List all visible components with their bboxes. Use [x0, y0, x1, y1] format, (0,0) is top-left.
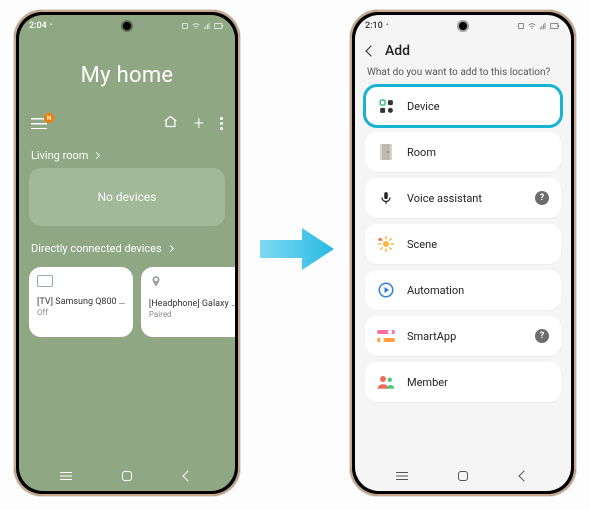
vibrate-icon [517, 22, 525, 30]
item-label: Device [407, 100, 549, 113]
device-state: Paired [149, 310, 235, 319]
nav-back[interactable] [516, 468, 532, 484]
menu-icon[interactable]: N [31, 118, 47, 129]
chevron-right-icon [167, 245, 174, 252]
signal-icon [203, 22, 211, 30]
add-item-automation[interactable]: Automation [365, 270, 561, 310]
item-label: Member [407, 376, 549, 389]
help-icon[interactable]: ? [535, 329, 549, 343]
item-label: SmartApp [407, 330, 523, 343]
item-label: Scene [407, 238, 549, 251]
device-name: [TV] Samsung Q800 … [37, 297, 125, 307]
device-card-headphone[interactable]: [Headphone] Galaxy … Paired [141, 267, 235, 337]
room-empty-text: No devices [97, 190, 156, 204]
more-icon[interactable] [220, 117, 223, 130]
home-icon[interactable] [163, 114, 178, 133]
add-item-device[interactable]: Device [365, 86, 561, 126]
vibrate-icon [181, 22, 189, 30]
menu-badge: N [44, 113, 54, 123]
status-icons [181, 22, 225, 30]
header-title: Add [385, 43, 410, 59]
status-indicator: ⁺ [386, 22, 389, 30]
chevron-right-icon [93, 152, 100, 159]
direct-devices-label: Directly connected devices [31, 242, 162, 255]
add-item-member[interactable]: Member [365, 362, 561, 402]
phone-add: 2:10 ⁺ Add What do you want to add to th… [350, 10, 576, 496]
add-item-voice[interactable]: Voice assistant ? [365, 178, 561, 218]
battery-icon [214, 22, 225, 30]
add-item-smartapp[interactable]: SmartApp ? [365, 316, 561, 356]
page-title: My home [29, 63, 225, 88]
camera-punch-hole [459, 22, 467, 30]
direct-devices-header[interactable]: Directly connected devices [29, 240, 225, 261]
room-header[interactable]: Living room [29, 147, 225, 168]
device-state: Off [37, 308, 125, 317]
location-pin-icon [149, 275, 161, 289]
add-options-list: Device Room Voice assistant ? [355, 86, 571, 402]
back-icon[interactable] [365, 45, 376, 56]
status-icons [517, 22, 561, 30]
camera-punch-hole [123, 22, 131, 30]
device-grid-icon [377, 97, 395, 115]
nav-recents[interactable] [58, 468, 74, 484]
phone-home: 2:04 ⁺ My home N [14, 10, 240, 496]
add-item-scene[interactable]: Scene [365, 224, 561, 264]
members-icon [377, 373, 395, 391]
add-prompt: What do you want to add to this location… [355, 67, 571, 86]
battery-icon [550, 22, 561, 30]
nav-back[interactable] [180, 468, 196, 484]
signal-icon [539, 22, 547, 30]
wifi-icon [192, 22, 200, 30]
sun-icon [377, 235, 395, 253]
nav-home[interactable] [455, 468, 471, 484]
add-icon[interactable]: + [194, 115, 204, 133]
help-icon[interactable]: ? [535, 191, 549, 205]
status-time: 2:04 [29, 21, 47, 31]
wifi-icon [528, 22, 536, 30]
add-item-room[interactable]: Room [365, 132, 561, 172]
sliders-icon [377, 327, 395, 345]
nav-recents[interactable] [394, 468, 410, 484]
status-indicator: ⁺ [50, 22, 53, 30]
status-time: 2:10 [365, 21, 383, 31]
tv-icon [37, 275, 53, 287]
room-label: Living room [31, 149, 88, 162]
nav-home[interactable] [119, 468, 135, 484]
item-label: Voice assistant [407, 192, 523, 205]
item-label: Automation [407, 284, 549, 297]
play-circle-icon [377, 281, 395, 299]
device-name: [Headphone] Galaxy … [149, 299, 235, 309]
microphone-icon [377, 189, 395, 207]
item-label: Room [407, 146, 549, 159]
door-icon [377, 143, 395, 161]
flow-arrow-icon [260, 226, 334, 272]
device-card-tv[interactable]: [TV] Samsung Q800 … Off [29, 267, 133, 337]
room-empty-card[interactable]: No devices [29, 168, 225, 226]
